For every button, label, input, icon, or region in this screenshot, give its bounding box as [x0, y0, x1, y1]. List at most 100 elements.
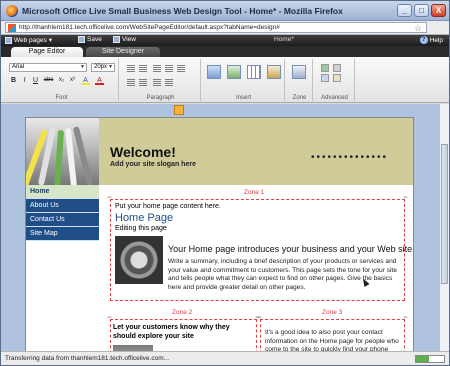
- list-icon[interactable]: [127, 79, 135, 87]
- save-label: Save: [87, 36, 102, 43]
- zone-3[interactable]: ⇔ ⇔ It's a good idea to also post your c…: [256, 314, 409, 351]
- url-input[interactable]: http://thanhlem181.tech.officelive.com/W…: [5, 22, 427, 33]
- resize-handle-icon[interactable]: ⇔: [402, 194, 409, 201]
- view-button[interactable]: View: [113, 36, 136, 43]
- italic-button[interactable]: I: [20, 76, 29, 85]
- help-icon: ?: [419, 36, 428, 44]
- insert-module-icon[interactable]: [227, 65, 241, 79]
- outdent-icon[interactable]: [153, 79, 161, 87]
- view-icon: [113, 36, 120, 43]
- loading-progress-fill: [416, 356, 429, 362]
- zone-2-text: Let your customers know why they should …: [113, 324, 230, 340]
- site-slogan: Add your site slogan here: [110, 161, 196, 168]
- help-button[interactable]: ? Help: [419, 36, 443, 44]
- zone-group-label: Zone: [292, 95, 307, 101]
- page-editor-canvas: Welcome! Add your site slogan here •••••…: [1, 104, 449, 351]
- bookmark-star-icon[interactable]: ☆: [414, 23, 422, 34]
- close-button[interactable]: X: [431, 4, 446, 17]
- insert-image-icon[interactable]: [207, 65, 221, 79]
- align-center-icon[interactable]: [165, 65, 173, 73]
- edit-properties-icon[interactable]: [174, 105, 184, 115]
- advanced-group-label: Advanced: [321, 95, 348, 101]
- zone-group: Zone: [287, 59, 313, 101]
- vertical-scrollbar[interactable]: [439, 104, 449, 351]
- font-group-label: Font: [55, 95, 68, 101]
- font-group: Arial ▼ 20px ▼ B I U abc x₂ x² A A Font: [5, 59, 119, 101]
- align-left-icon[interactable]: [153, 65, 161, 73]
- insert-link-icon[interactable]: [267, 65, 281, 79]
- script-icon[interactable]: [333, 74, 341, 82]
- tab-page-editor[interactable]: Page Editor: [11, 47, 83, 57]
- paragraph-group: Paragraph: [121, 59, 201, 101]
- zone-2-label: Zone 2: [172, 309, 193, 316]
- header-dots-decoration: ••••••••••••••: [311, 152, 389, 163]
- font-color-button[interactable]: A: [95, 76, 104, 85]
- save-icon: [78, 36, 85, 43]
- site-navigation: Home About Us Contact Us Site Map: [26, 185, 99, 241]
- site-title: Welcome!: [110, 144, 176, 160]
- insert-group: Insert: [203, 59, 285, 101]
- zone-3-text: It's a good idea to also post your conta…: [265, 329, 399, 351]
- nav-item-home[interactable]: Home: [26, 185, 99, 199]
- font-size-select[interactable]: 20px ▼: [91, 63, 115, 72]
- web-pages-icon: [5, 36, 12, 44]
- address-bar: http://thanhlem181.tech.officelive.com/W…: [1, 21, 449, 35]
- status-text: Transferring data from thanhlem181.tech.…: [5, 355, 170, 362]
- highlight-button[interactable]: A: [81, 76, 90, 85]
- numbering-icon[interactable]: [139, 65, 147, 73]
- zone-2[interactable]: ⇔ ⇔ Let your customers know why they sho…: [106, 314, 261, 351]
- url-text: http://thanhlem181.tech.officelive.com/W…: [19, 24, 280, 31]
- resize-handle-icon[interactable]: ⇔: [256, 314, 263, 321]
- superscript-button[interactable]: x²: [68, 76, 77, 85]
- nav-item-contact-us[interactable]: Contact Us: [26, 213, 99, 227]
- font-name-select[interactable]: Arial ▼: [9, 63, 87, 72]
- home-page-heading: Home Page: [115, 212, 174, 224]
- resize-handle-icon[interactable]: ⇔: [402, 314, 409, 321]
- nav-item-site-map[interactable]: Site Map: [26, 227, 99, 241]
- ordered-list-icon[interactable]: [139, 79, 147, 87]
- save-button[interactable]: Save: [78, 36, 102, 43]
- paragraph-group-label: Paragraph: [146, 95, 175, 101]
- loading-progress-bar: [415, 355, 445, 363]
- minimize-button[interactable]: _: [397, 4, 412, 17]
- scrollbar-thumb[interactable]: [441, 144, 448, 284]
- web-page-preview: Welcome! Add your site slogan here •••••…: [25, 117, 414, 351]
- nav-item-about-us[interactable]: About Us: [26, 199, 99, 213]
- speaker-image[interactable]: [115, 236, 163, 284]
- web-pages-menu[interactable]: Web pages ▾: [5, 36, 52, 44]
- bold-button[interactable]: B: [9, 76, 18, 85]
- advanced-group: Advanced: [315, 59, 355, 101]
- subscript-button[interactable]: x₂: [57, 76, 66, 85]
- zone-1[interactable]: ⇔ ⇔ Put your home page content here. Hom…: [106, 194, 413, 301]
- title-bar: Microsoft Office Live Small Business Web…: [1, 1, 449, 21]
- editing-text: Editing this page: [115, 225, 167, 232]
- underline-button[interactable]: U: [31, 76, 40, 85]
- chevron-down-icon: ▼: [80, 64, 85, 70]
- summary-text: Write a summary, including a brief descr…: [168, 258, 397, 291]
- strikethrough-button[interactable]: abc: [42, 76, 55, 85]
- bullets-icon[interactable]: [127, 65, 135, 73]
- align-right-icon[interactable]: [177, 65, 185, 73]
- intro-text: Your Home page introduces your business …: [168, 244, 414, 254]
- insert-table-icon[interactable]: [247, 65, 261, 79]
- window-controls: _ □ X: [397, 4, 446, 17]
- resize-handle-icon[interactable]: ⇔: [106, 194, 113, 201]
- app-toolbar: Web pages ▾ Save View Home* ? Help: [1, 35, 449, 46]
- zone-1-placeholder-text: Put your home page content here.: [115, 203, 221, 210]
- resize-handle-icon[interactable]: ⇔: [106, 314, 113, 321]
- site-header[interactable]: Welcome! Add your site slogan here •••••…: [26, 118, 413, 185]
- code-icon[interactable]: [333, 64, 341, 72]
- font-size-value: 20px: [94, 64, 108, 70]
- zone-3-label: Zone 3: [322, 309, 343, 316]
- firefox-icon: [6, 5, 18, 17]
- html-icon[interactable]: [321, 64, 329, 72]
- view-label: View: [122, 36, 136, 43]
- status-bar: Transferring data from thanhlem181.tech.…: [1, 351, 449, 365]
- tab-site-designer[interactable]: Site Designer: [86, 47, 160, 57]
- help-label: Help: [429, 36, 443, 44]
- properties-icon[interactable]: [321, 74, 329, 82]
- indent-icon[interactable]: [165, 79, 173, 87]
- zone-settings-icon[interactable]: [292, 65, 306, 79]
- maximize-button[interactable]: □: [414, 4, 429, 17]
- chevron-down-icon: ▾: [48, 37, 53, 44]
